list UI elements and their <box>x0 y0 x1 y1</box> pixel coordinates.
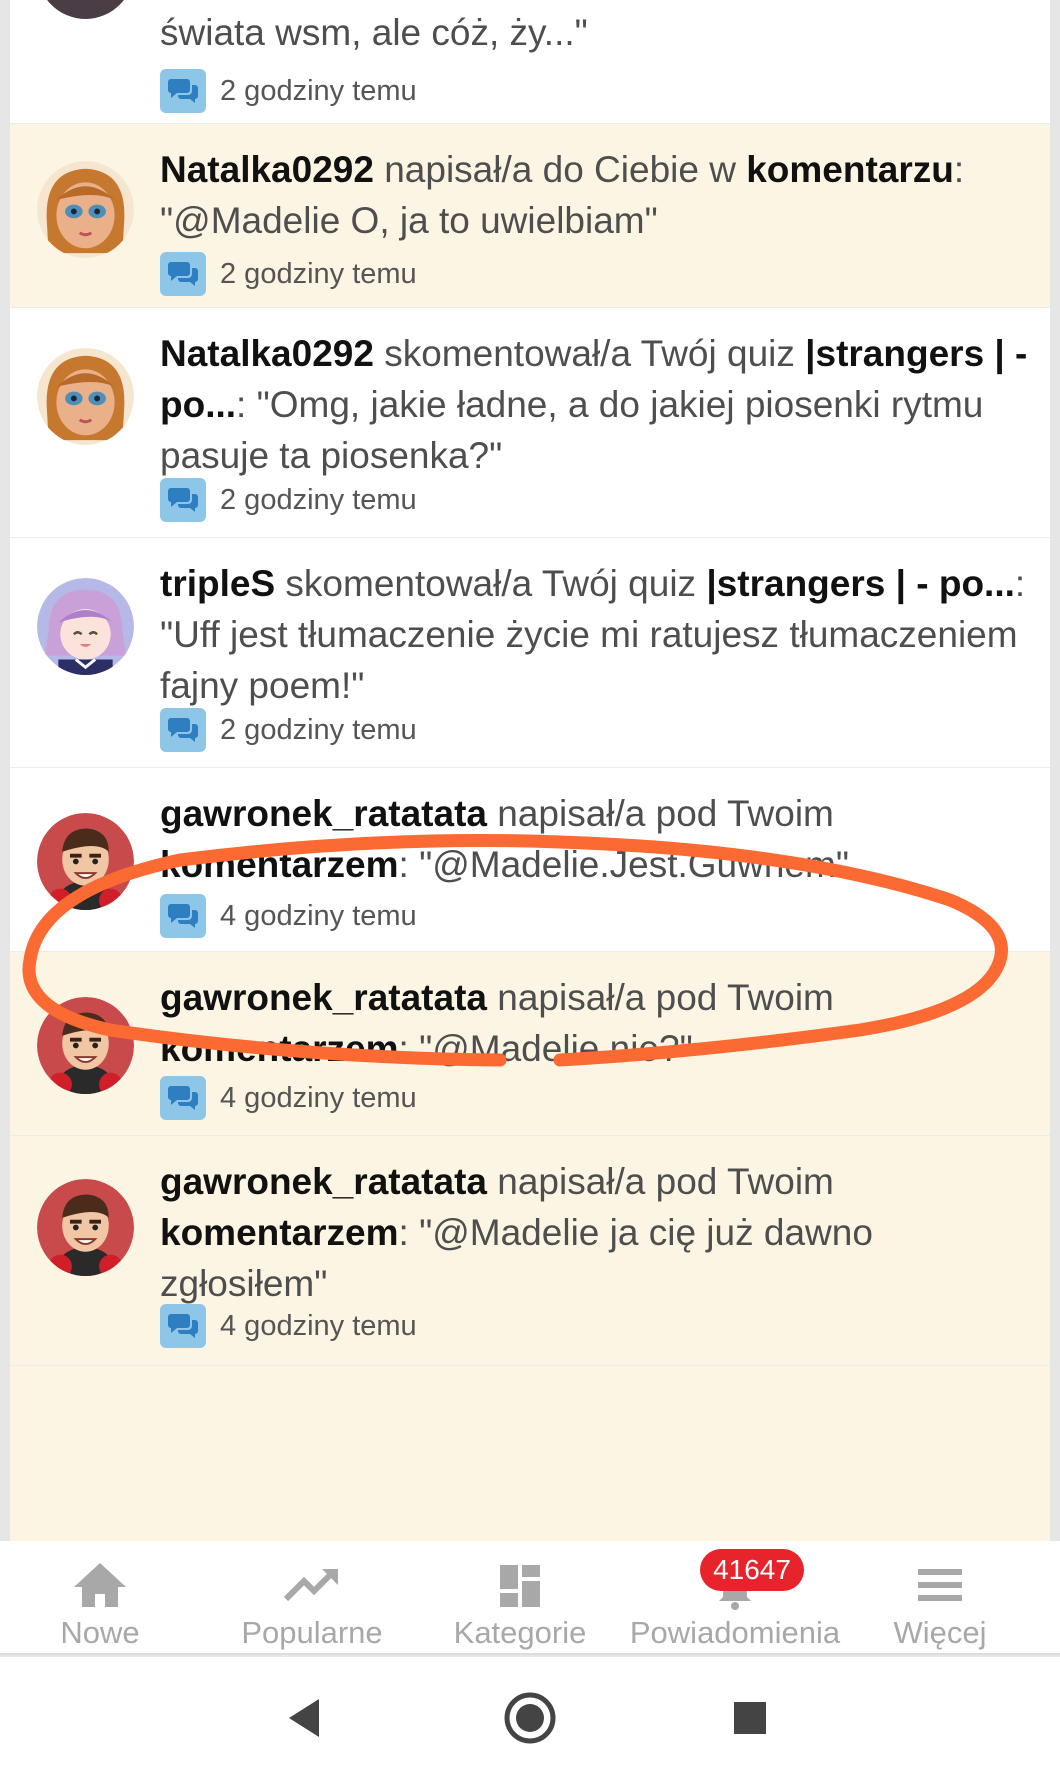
notification-meta: 4 godziny temu <box>160 894 417 938</box>
notification-text: gawronek_ratatata napisał/a pod Twoim ko… <box>160 788 1040 890</box>
avatar[interactable] <box>37 813 134 910</box>
notification-message: "Uff jest tłumaczenie życie mi ratujesz … <box>160 614 1018 706</box>
recent-apps-button[interactable] <box>715 1657 785 1779</box>
nav-popular-label: Popularne <box>241 1615 383 1650</box>
notification-username[interactable]: gawronek_ratatata <box>160 793 487 834</box>
notification-separator: : <box>398 844 420 885</box>
nav-new-label: Nowe <box>60 1615 140 1650</box>
comment-icon <box>160 1076 206 1120</box>
notification-item[interactable]: gawronek_ratatata napisał/a pod Twoim ko… <box>10 952 1050 1136</box>
nav-categories-label: Kategorie <box>453 1615 587 1650</box>
avatar[interactable] <box>37 997 134 1094</box>
notifications-count-badge: 41647 <box>700 1549 804 1591</box>
notification-item[interactable]: gawronek_ratatata napisał/a pod Twoim ko… <box>10 768 1050 952</box>
notification-action: skomentował/a Twój quiz <box>275 563 707 604</box>
notification-username[interactable]: gawronek_ratatata <box>160 977 487 1018</box>
avatar[interactable] <box>37 578 134 675</box>
notification-text: gawronek_ratatata napisał/a pod Twoim ko… <box>160 972 1040 1074</box>
comment-icon <box>160 894 206 938</box>
notification-action: napisał/a do Ciebie w <box>373 149 747 190</box>
avatar[interactable] <box>37 161 134 258</box>
back-triangle-icon <box>289 1699 319 1737</box>
notification-text: tripleS skomentował/a Twój quiz |strange… <box>160 558 1040 711</box>
notification-message: "@Madelie O, ja to uwielbiam" <box>160 200 658 241</box>
avatar[interactable] <box>37 348 134 445</box>
home-icon <box>70 1559 130 1615</box>
notification-message: "Omg, jakie ładne, a do jakiej piosenki … <box>160 384 984 476</box>
notification-username[interactable]: Natalka0292 <box>160 149 374 190</box>
notification-username[interactable]: tripleS <box>160 563 275 604</box>
notification-action: skomentował/a Twój quiz <box>373 333 806 374</box>
trending-icon <box>282 1559 342 1615</box>
nav-more-label: Więcej <box>893 1615 987 1650</box>
notification-action: napisał/a pod Twoim <box>486 1161 834 1202</box>
menu-icon <box>910 1559 970 1615</box>
notification-meta: 4 godziny temu <box>160 1304 417 1348</box>
notification-action: napisał/a pod Twoim <box>486 977 834 1018</box>
home-button[interactable] <box>495 1657 565 1779</box>
notification-separator: : <box>398 1028 420 1069</box>
home-circle-icon <box>504 1692 556 1744</box>
bottom-navigation: Nowe Popularne Kategorie Powiadomienia 4… <box>0 1541 1060 1655</box>
notification-message: "@Madelie.Jest.Guwnem" <box>419 844 849 885</box>
notification-item[interactable]: Natalka0292 skomentował/a Twój quiz |str… <box>10 308 1050 538</box>
back-button[interactable] <box>270 1657 340 1779</box>
notification-username[interactable]: Natalka0292 <box>160 333 374 374</box>
notification-text: Natalka0292 skomentował/a Twój quiz |str… <box>160 328 1040 481</box>
nav-notifications-label: Powiadomienia <box>629 1615 841 1650</box>
notification-time: 4 godziny temu <box>220 1081 417 1114</box>
notification-username[interactable]: gawronek_ratatata <box>160 1161 487 1202</box>
notification-target-link[interactable]: komentarzu <box>746 149 954 190</box>
notification-target-link[interactable]: komentarzem <box>160 1028 399 1069</box>
notification-item[interactable] <box>10 1366 1050 1541</box>
avatar[interactable] <box>37 0 134 19</box>
notification-meta: 4 godziny temu <box>160 1076 417 1120</box>
notification-time: 4 godziny temu <box>220 1309 417 1342</box>
notification-time: 2 godziny temu <box>220 713 417 746</box>
notification-text: gawronek_ratatata napisał/a pod Twoim ko… <box>160 1156 1040 1309</box>
nav-new[interactable]: Nowe <box>40 1541 160 1653</box>
notifications-feed: świata wsm, ale cóż, ży..." 2 godziny te… <box>10 0 1050 1541</box>
notification-time: 2 godziny temu <box>220 74 417 107</box>
comment-icon <box>160 1304 206 1348</box>
notification-separator: : <box>398 1212 420 1253</box>
system-navigation-bar <box>0 1657 1060 1779</box>
notification-action: napisał/a pod Twoim <box>486 793 834 834</box>
notification-separator: : <box>953 149 965 190</box>
notification-meta: 2 godziny temu <box>160 478 417 522</box>
avatar[interactable] <box>37 1179 134 1276</box>
notification-text: Natalka0292 napisał/a do Ciebie w koment… <box>160 144 1040 246</box>
notification-target-link[interactable]: |strangers | - po... <box>706 563 1015 604</box>
comment-icon <box>160 69 206 113</box>
notification-item[interactable]: tripleS skomentował/a Twój quiz |strange… <box>10 538 1050 768</box>
notification-item[interactable]: gawronek_ratatata napisał/a pod Twoim ko… <box>10 1136 1050 1366</box>
square-icon <box>734 1702 766 1734</box>
notification-separator: : <box>236 384 257 425</box>
comment-icon <box>160 478 206 522</box>
notification-meta: 2 godziny temu <box>160 69 417 113</box>
notification-meta: 2 godziny temu <box>160 252 417 296</box>
notification-time: 4 godziny temu <box>220 899 417 932</box>
nav-more[interactable]: Więcej <box>880 1541 1000 1653</box>
notification-meta: 2 godziny temu <box>160 708 417 752</box>
notification-item[interactable]: Natalka0292 napisał/a do Ciebie w koment… <box>10 124 1050 308</box>
notification-time: 2 godziny temu <box>220 257 417 290</box>
notification-message: "@Madelie nie?" <box>419 1028 693 1069</box>
notification-message: świata wsm, ale cóż, ży..." <box>160 12 588 53</box>
comment-icon <box>160 708 206 752</box>
nav-categories[interactable]: Kategorie <box>445 1541 595 1653</box>
notification-separator: : <box>1014 563 1026 604</box>
notification-target-link[interactable]: komentarzem <box>160 1212 399 1253</box>
notification-item[interactable]: świata wsm, ale cóż, ży..." 2 godziny te… <box>10 0 1050 124</box>
nav-popular[interactable]: Popularne <box>232 1541 392 1653</box>
comment-icon <box>160 252 206 296</box>
notification-text: świata wsm, ale cóż, ży..." <box>160 7 1040 58</box>
dashboard-icon <box>490 1559 550 1615</box>
notification-target-link[interactable]: komentarzem <box>160 844 399 885</box>
notification-time: 2 godziny temu <box>220 483 417 516</box>
